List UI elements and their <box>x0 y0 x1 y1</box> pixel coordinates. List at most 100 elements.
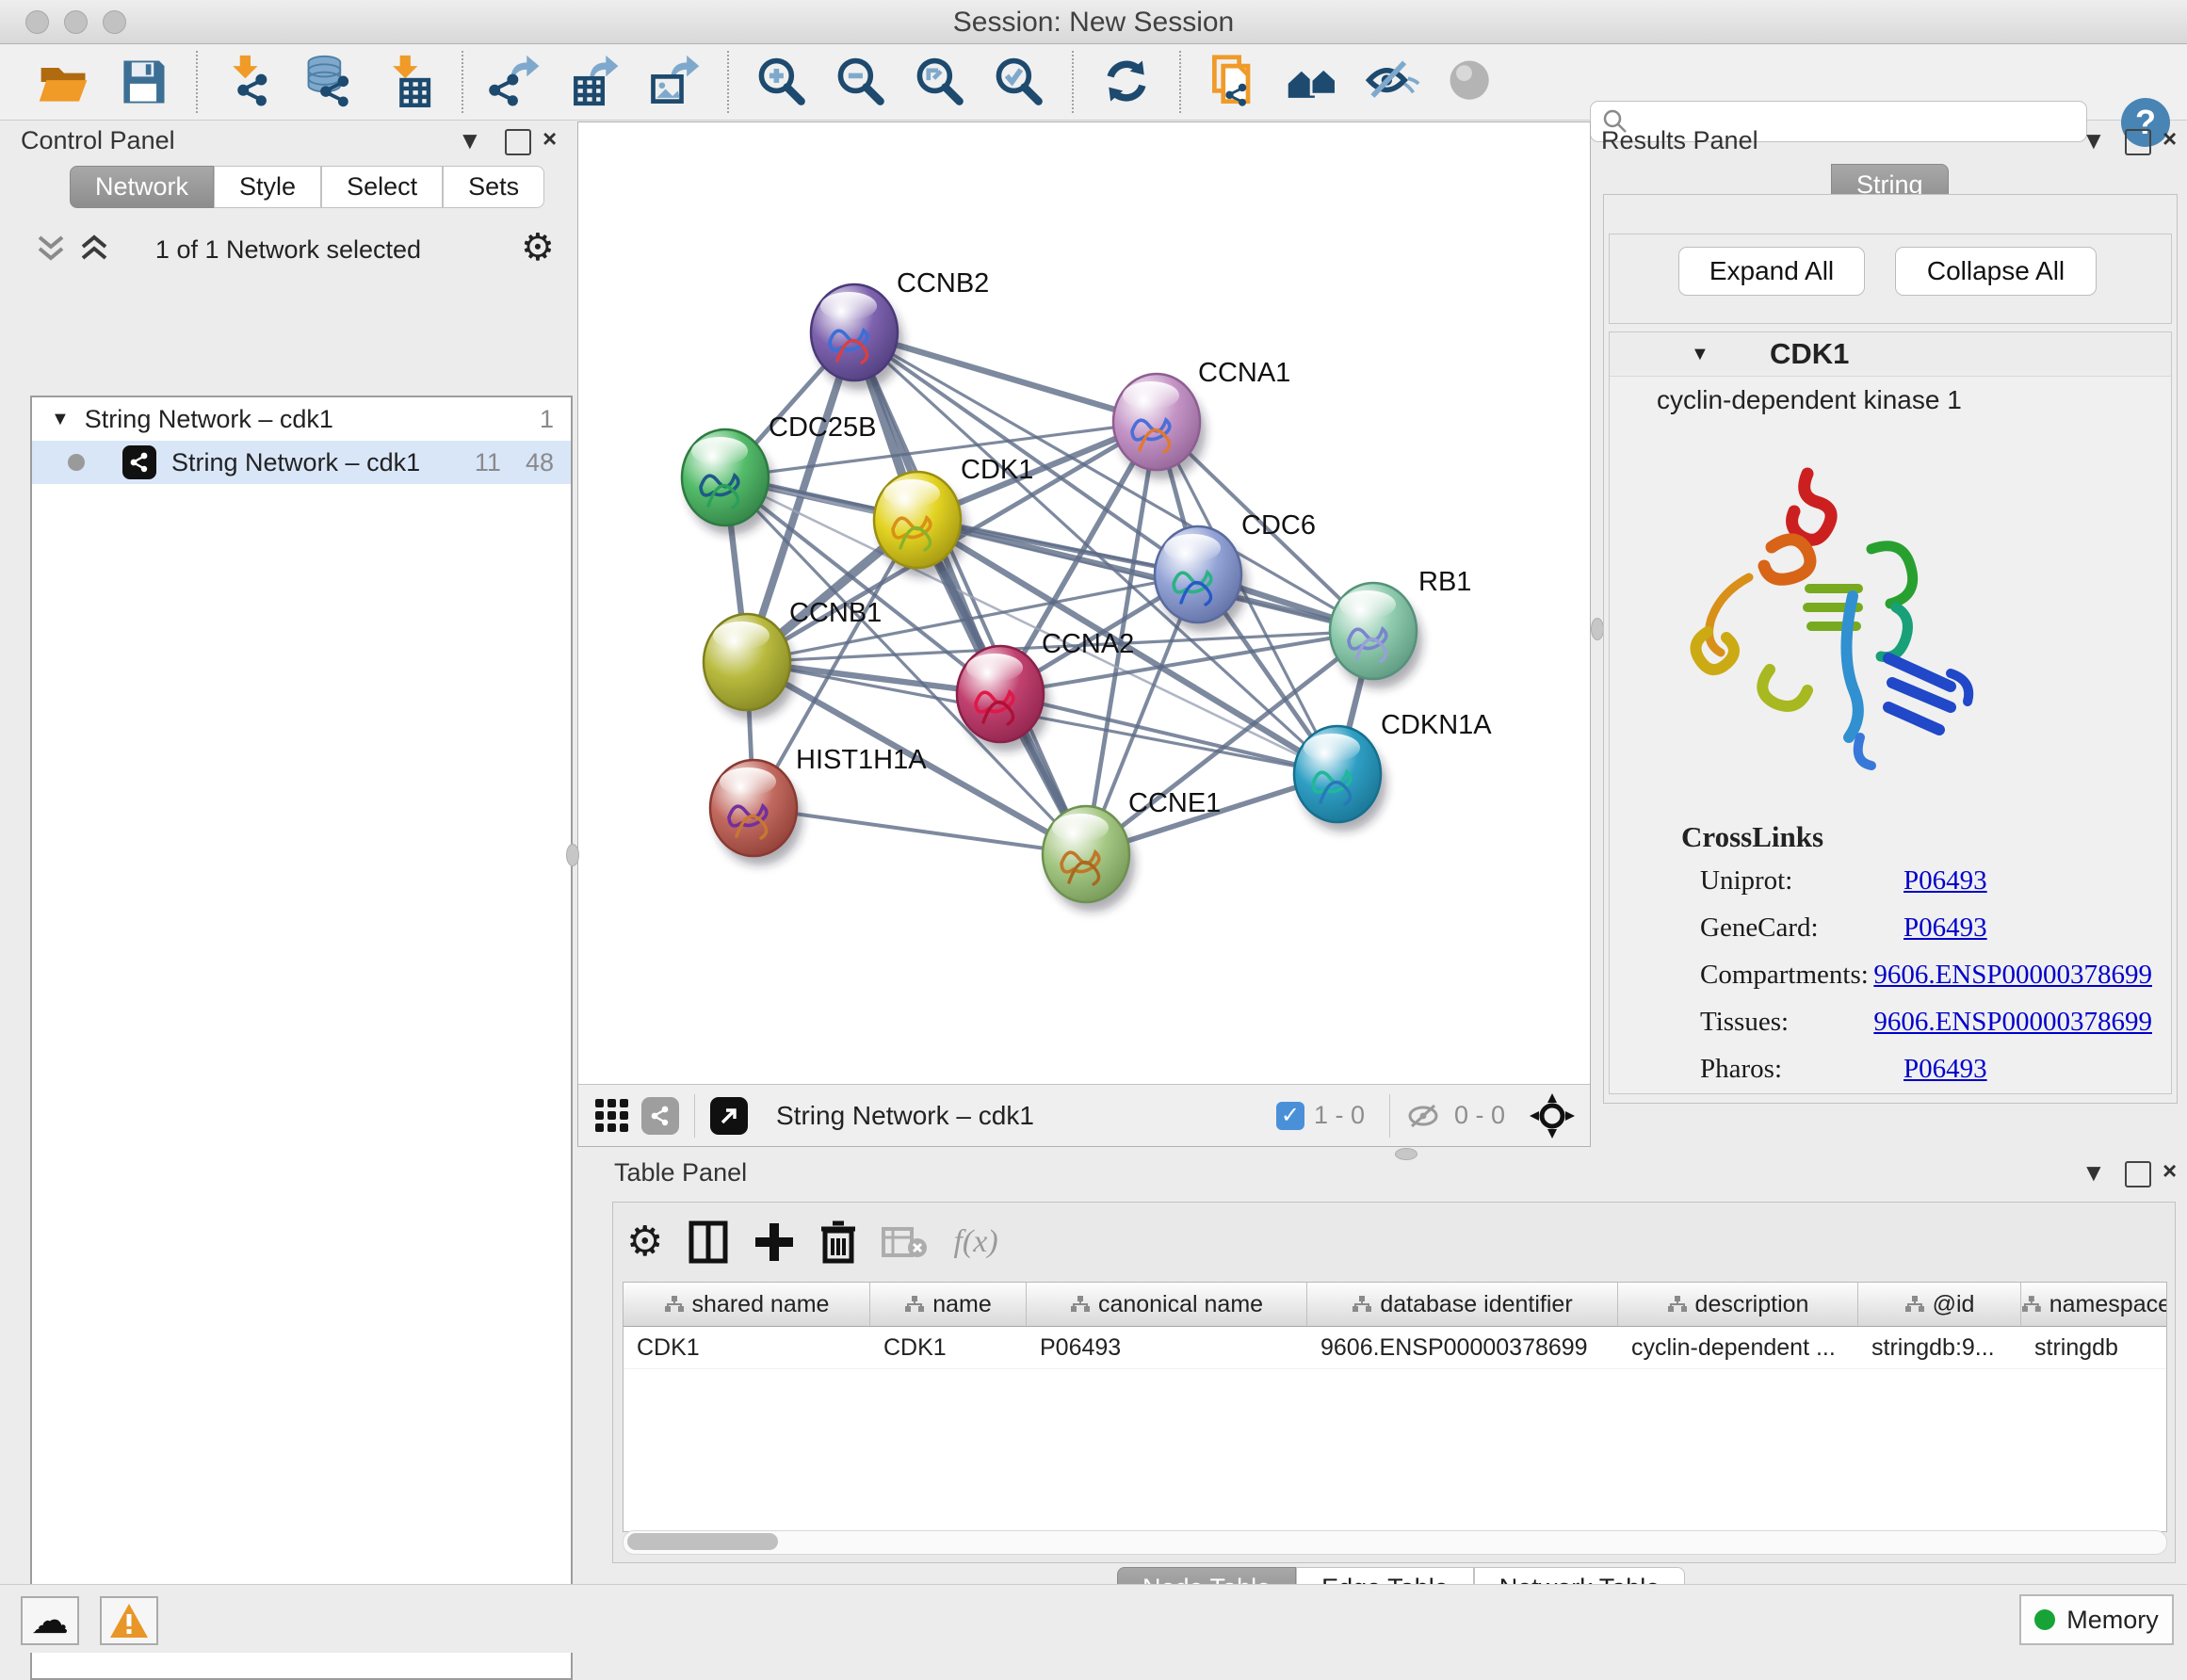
column-header-database-identifier[interactable]: database identifier <box>1307 1283 1618 1326</box>
node-label-CCNB2: CCNB2 <box>897 268 989 299</box>
open-in-browser-icon[interactable] <box>710 1097 748 1135</box>
table-panel-close-icon[interactable]: × <box>2163 1158 2177 1183</box>
export-network-button[interactable] <box>483 49 549 115</box>
tab-network[interactable]: Network <box>70 166 214 208</box>
node-label-CCNA2: CCNA2 <box>1042 629 1134 659</box>
refresh-network-button[interactable] <box>1094 49 1159 115</box>
left-splitter-handle[interactable] <box>566 844 579 866</box>
control-panel-title: Control Panel <box>21 126 175 155</box>
selected-count-checkbox-icon[interactable]: ✓ <box>1276 1102 1304 1130</box>
memory-label: Memory <box>2066 1606 2159 1635</box>
results-panel-close-icon[interactable]: × <box>2163 126 2177 151</box>
control-panel-tabs: Network Style Select Sets <box>70 166 544 208</box>
zoom-fit-content-button[interactable] <box>907 49 973 115</box>
protein-expander-icon[interactable]: ▼ <box>1691 344 1709 365</box>
table-panel-menu-icon[interactable]: ▼ <box>2082 1160 2106 1185</box>
table-cell: stringdb:9... <box>1858 1327 2021 1368</box>
create-column-plus-icon[interactable] <box>753 1221 795 1263</box>
crosslink-link[interactable]: 9606.ENSP00000378699 <box>1873 960 2152 991</box>
tab-style[interactable]: Style <box>214 166 321 208</box>
column-header--id[interactable]: @id <box>1858 1283 2021 1326</box>
table-row[interactable]: CDK1CDK1P064939606.ENSP00000378699cyclin… <box>624 1327 2166 1369</box>
first-neighbors-button[interactable] <box>1280 49 1346 115</box>
import-table-from-file-button[interactable] <box>376 49 442 115</box>
network-list: ▼ String Network – cdk1 1 String Network… <box>30 396 573 1680</box>
control-panel-close-icon[interactable]: × <box>543 126 557 151</box>
results-panel-float-icon[interactable] <box>2125 129 2151 155</box>
network-options-gear-icon[interactable]: ⚙ <box>521 226 555 269</box>
control-panel-menu-icon[interactable]: ▼ <box>458 128 482 153</box>
network-canvas[interactable]: CCNB2CCNA1CDC25BCDK1CDC6RB1CCNB1CCNA2CDK… <box>578 122 1590 1084</box>
column-header-namespace[interactable]: namespace <box>2021 1283 2167 1326</box>
control-panel-float-icon[interactable] <box>505 129 531 155</box>
cloud-button[interactable]: ☁ <box>21 1596 79 1645</box>
control-panel: Control Panel ▼ × Network Style Select S… <box>8 121 569 1571</box>
table-cell: CDK1 <box>624 1327 870 1368</box>
table-panel-float-icon[interactable] <box>2125 1161 2151 1187</box>
table-options-gear-icon[interactable]: ⚙ <box>626 1218 663 1266</box>
birds-eye-view-icon[interactable] <box>595 1099 628 1132</box>
show-all-icon <box>1443 54 1499 110</box>
crosslink-link[interactable]: P06493 <box>1904 913 1987 944</box>
app-statusbar: ☁ Memory <box>0 1584 2187 1653</box>
results-panel-menu-icon[interactable]: ▼ <box>2082 128 2106 153</box>
table-cell: cyclin-dependent ... <box>1618 1327 1858 1368</box>
crosslink-row: GeneCard: P06493 <box>1700 913 2152 944</box>
fit-selected-crosshair-icon[interactable] <box>1528 1091 1577 1140</box>
column-tree-icon <box>2021 1295 2042 1314</box>
crosslink-link[interactable]: P06493 <box>1904 1054 1987 1085</box>
column-tree-icon <box>1070 1295 1091 1314</box>
column-header-name[interactable]: name <box>870 1283 1027 1326</box>
hide-selected-icon <box>1364 54 1420 110</box>
crosslink-link[interactable]: 9606.ENSP00000378699 <box>1873 1007 2152 1038</box>
memory-button[interactable]: Memory <box>2019 1594 2174 1645</box>
tab-select[interactable]: Select <box>321 166 443 208</box>
first-neighbors-icon <box>1285 54 1341 110</box>
new-network-from-selection-button[interactable] <box>1201 49 1267 115</box>
collection-expander-icon[interactable]: ▼ <box>51 409 70 430</box>
zoom-out-button[interactable] <box>828 49 894 115</box>
column-header-description[interactable]: description <box>1618 1283 1858 1326</box>
hide-selected-button[interactable] <box>1359 49 1425 115</box>
show-columns-icon[interactable] <box>688 1220 729 1265</box>
zoom-fit-content-icon <box>912 54 968 110</box>
tab-sets[interactable]: Sets <box>443 166 544 208</box>
export-table-button[interactable] <box>562 49 628 115</box>
crosslink-row: Uniprot: P06493 <box>1700 865 2152 897</box>
show-all-button[interactable] <box>1438 49 1504 115</box>
zoom-selected-region-button[interactable] <box>986 49 1052 115</box>
warnings-button[interactable] <box>100 1596 158 1645</box>
column-header-canonical-name[interactable]: canonical name <box>1027 1283 1307 1326</box>
node-label-CDKN1A: CDKN1A <box>1381 710 1492 740</box>
column-tree-icon <box>1667 1295 1688 1314</box>
table-cell: P06493 <box>1027 1327 1307 1368</box>
export-image-button[interactable] <box>641 49 707 115</box>
column-header-shared-name[interactable]: shared name <box>624 1283 870 1326</box>
import-network-from-file-button[interactable] <box>218 49 284 115</box>
main-toolbar: ? <box>0 44 2187 121</box>
zoom-in-button[interactable] <box>749 49 815 115</box>
network-row[interactable]: String Network – cdk1 11 48 <box>32 441 571 484</box>
export-network-icon <box>488 54 544 110</box>
open-file-button[interactable] <box>31 49 97 115</box>
node-label-HIST1H1A: HIST1H1A <box>796 745 927 775</box>
network-collection-row[interactable]: ▼ String Network – cdk1 1 <box>32 397 571 441</box>
crosslink-link[interactable]: P06493 <box>1904 865 1987 897</box>
table-scrollbar-thumb[interactable] <box>627 1533 778 1550</box>
expand-all-button[interactable]: Expand All <box>1678 247 1865 296</box>
new-network-from-selection-icon <box>1206 54 1262 110</box>
export-image-icon <box>646 54 703 110</box>
table-horizontal-scrollbar[interactable] <box>623 1530 2167 1555</box>
warning-icon <box>108 1602 150 1640</box>
import-network-from-database-button[interactable] <box>297 49 363 115</box>
collapse-all-button[interactable]: Collapse All <box>1895 247 2097 296</box>
table-panel-title: Table Panel <box>614 1158 747 1187</box>
table-panel-body: ⚙ f(x) shared name name <box>612 1202 2176 1563</box>
string-network-icon <box>122 445 156 479</box>
crosslink-row: Compartments: 9606.ENSP00000378699 <box>1700 960 2152 991</box>
network-edge-count: 48 <box>526 448 554 477</box>
crosslink-label: GeneCard: <box>1700 913 1904 944</box>
titlebar: Session: New Session <box>0 0 2187 44</box>
save-session-button[interactable] <box>110 49 176 115</box>
delete-column-trash-icon[interactable] <box>819 1220 857 1265</box>
